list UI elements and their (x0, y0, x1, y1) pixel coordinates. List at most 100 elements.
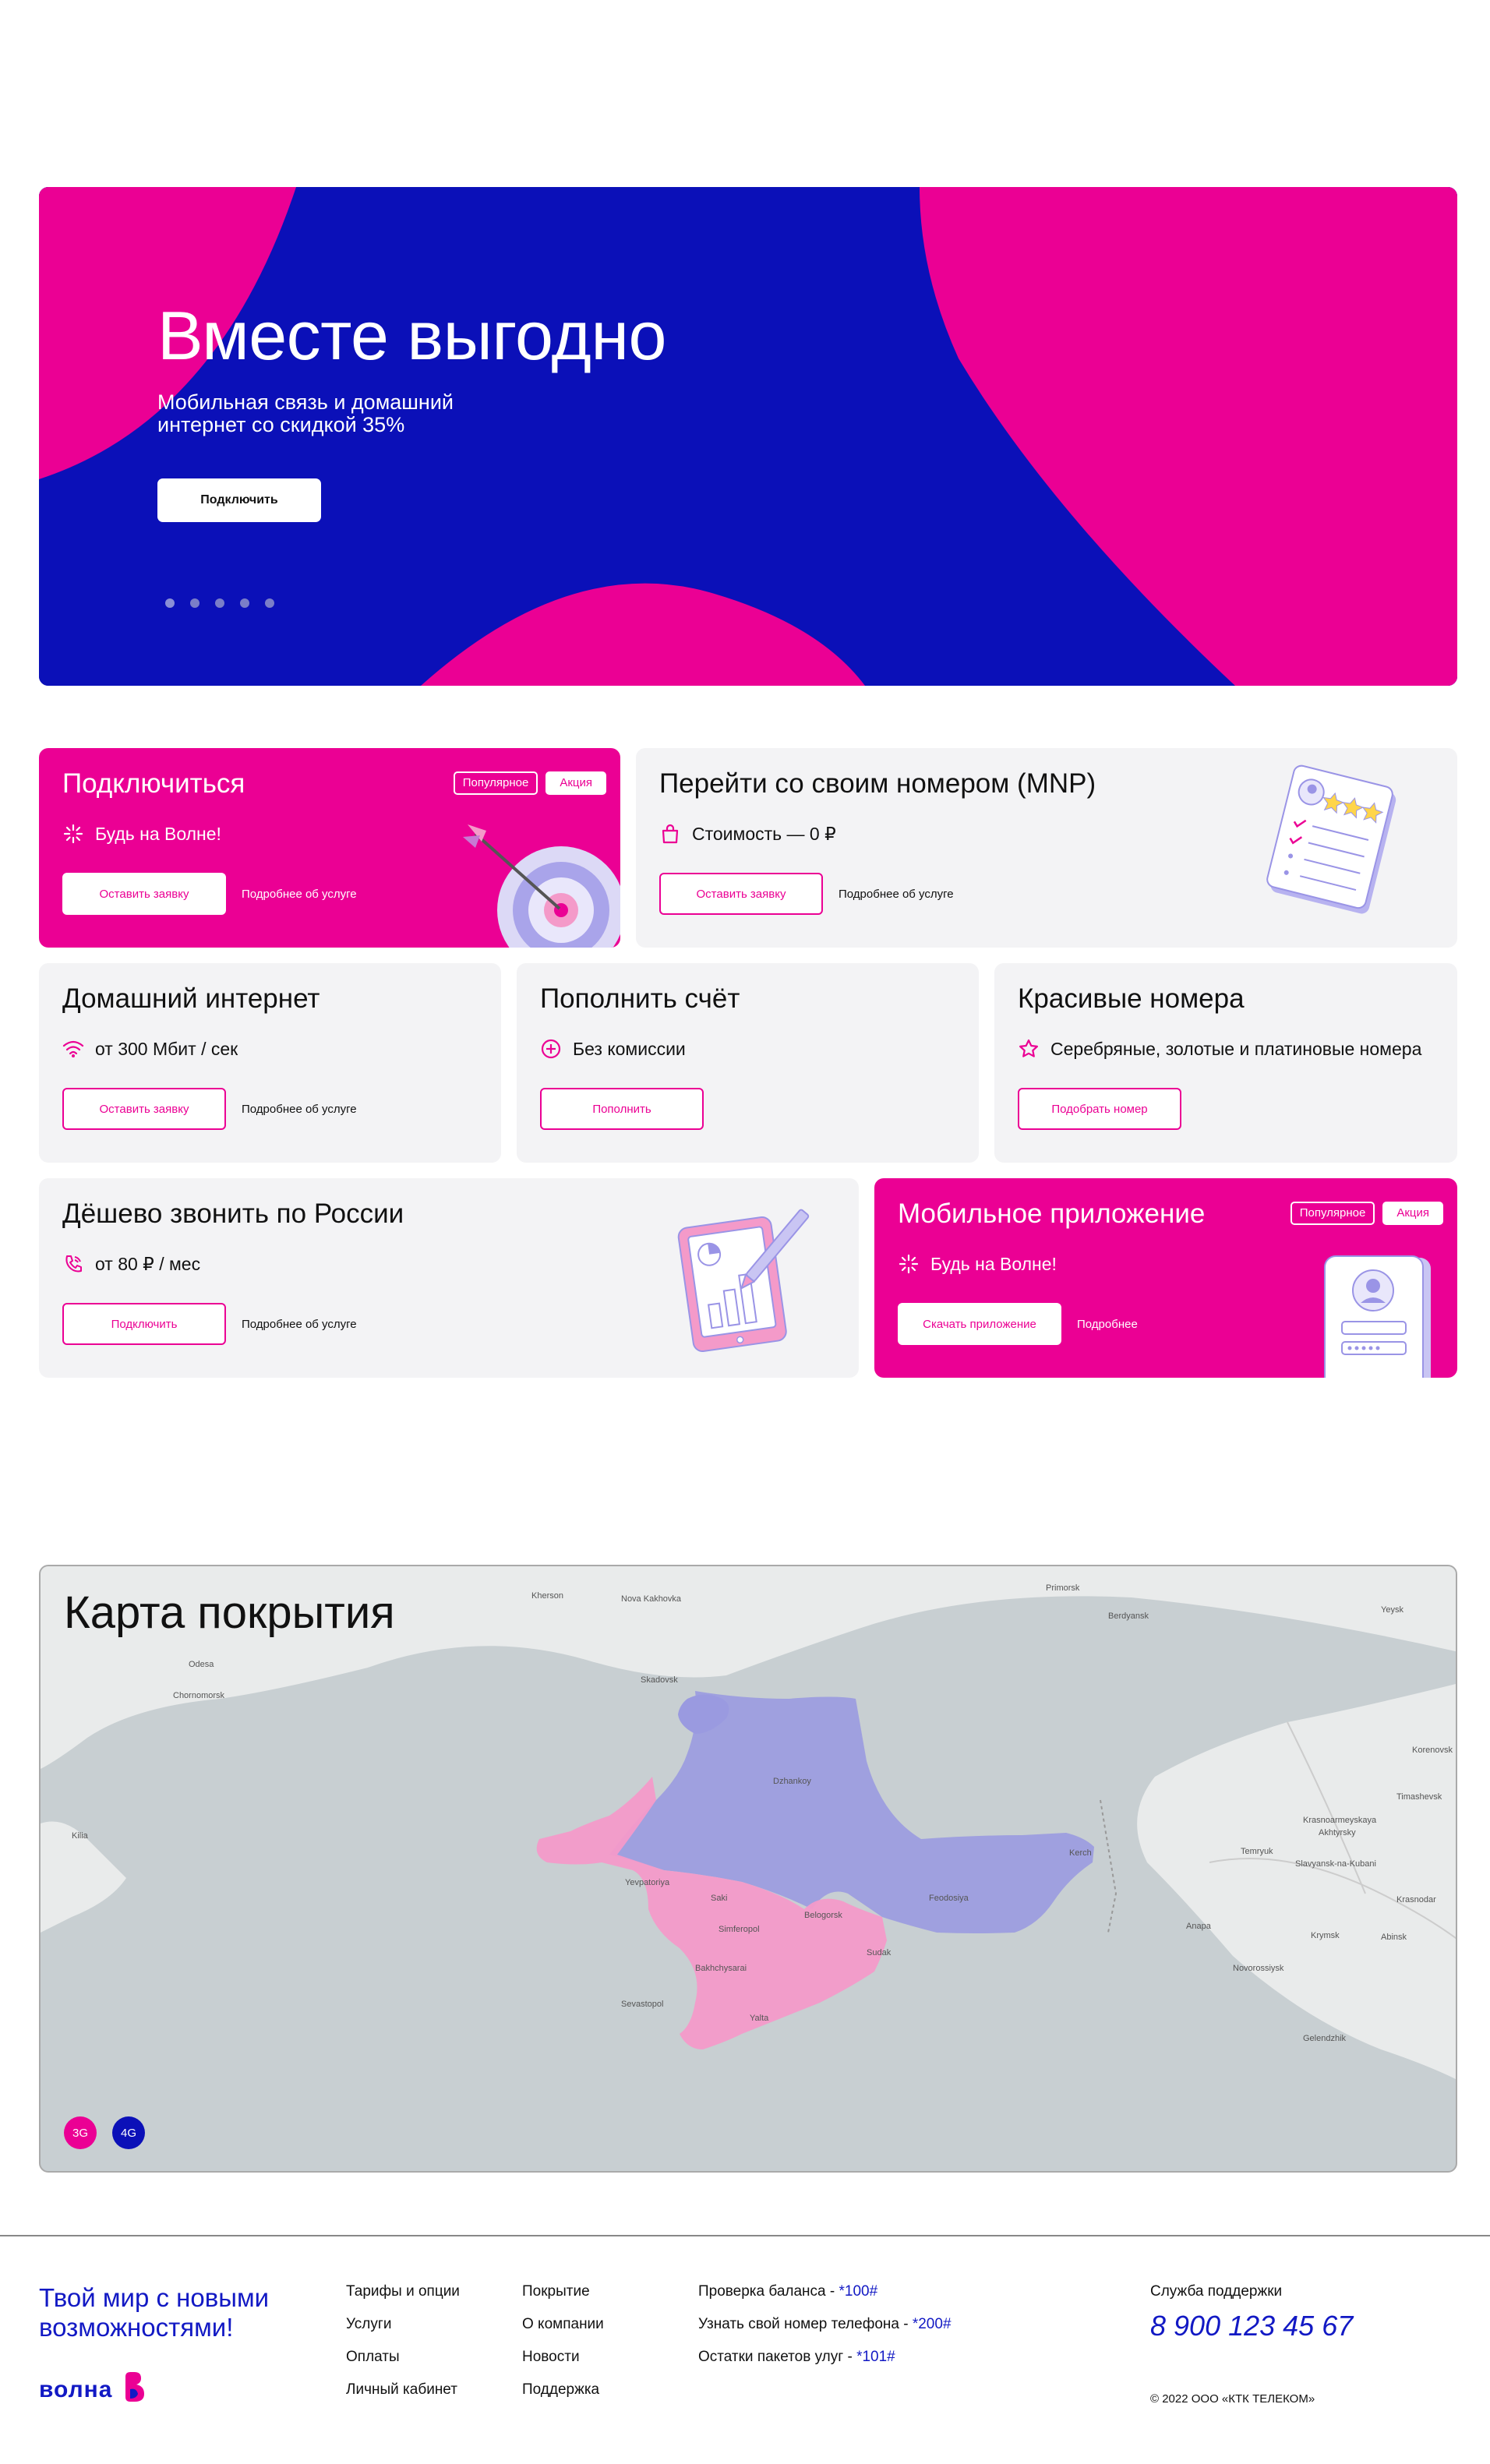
card-topup: Пополнить счёт Без комиссии Пополнить (517, 963, 979, 1163)
map-place-label: Yevpatoriya (625, 1878, 670, 1887)
map-place-label: Krasnoarmeyskaya (1303, 1816, 1377, 1825)
badges: Популярное Акция (1290, 1202, 1443, 1225)
footer-nav-col-1: Тарифы и опции Услуги Оплаты Личный каби… (346, 2283, 460, 2399)
topup-button[interactable]: Пополнить (540, 1088, 704, 1130)
map-place-label: Novorossiysk (1233, 1964, 1284, 1973)
connect-button[interactable]: Подключить (62, 1303, 226, 1345)
map-place-label: Anapa (1186, 1922, 1211, 1931)
badge-popular: Популярное (1290, 1202, 1375, 1225)
card-feature: Будь на Волне! (898, 1253, 1057, 1275)
footer-nav-col-2: Покрытие О компании Новости Поддержка (522, 2283, 604, 2399)
tablet-chart-illustration (677, 1209, 810, 1353)
plus-circle-icon (540, 1038, 562, 1060)
map-title: Карта покрытия (64, 1587, 395, 1638)
footer-link[interactable]: Поддержка (522, 2381, 604, 2399)
ussd-code[interactable]: *200# (913, 2316, 952, 2332)
card-home-internet: Домашний интернет от 300 Мбит / сек Оста… (39, 963, 501, 1163)
more-link[interactable]: Подробнее об услуге (242, 1103, 357, 1116)
legend-4g[interactable]: 4G (112, 2116, 145, 2149)
spark-icon (62, 823, 84, 845)
hero-slider-dots (165, 598, 274, 608)
map-place-label: Bakhchysarai (695, 1964, 747, 1973)
logo-mark-icon (125, 2372, 144, 2402)
map-place-label: Timashevsk (1396, 1792, 1442, 1802)
support-phone-link[interactable]: 8 900 123 45 67 (1150, 2310, 1353, 2342)
leave-request-button[interactable]: Оставить заявку (659, 873, 823, 915)
ussd-item: Узнать свой номер телефона - *200# (698, 2316, 952, 2333)
card-actions: Оставить заявку Подробнее об услуге (62, 873, 357, 915)
feature-text: Будь на Волне! (930, 1253, 1057, 1274)
card-mnp: Перейти со своим номером (MNP) Стоимость… (636, 748, 1457, 948)
pick-number-button[interactable]: Подобрать номер (1018, 1088, 1181, 1130)
ussd-item: Проверка баланса - *100# (698, 2283, 952, 2300)
slider-dot[interactable] (240, 598, 249, 608)
slider-dot[interactable] (165, 598, 175, 608)
phone-call-icon (62, 1253, 84, 1275)
more-link[interactable]: Подробнее об услуге (242, 1318, 357, 1331)
footer-link[interactable]: Оплаты (346, 2349, 460, 2366)
copyright: © 2022 ООО «КТК ТЕЛЕКОМ» (1150, 2392, 1315, 2406)
footer-link[interactable]: Покрытие (522, 2283, 604, 2300)
slider-dot[interactable] (265, 598, 274, 608)
badge-popular: Популярное (453, 771, 538, 795)
card-mobile-app: Мобильное приложение Популярное Акция Бу… (874, 1178, 1457, 1378)
card-title: Пополнить счёт (540, 983, 740, 1014)
more-link[interactable]: Подробнее об услуге (839, 888, 954, 901)
card-actions: Подключить Подробнее об услуге (62, 1303, 357, 1345)
ussd-code[interactable]: *100# (839, 2283, 878, 2300)
card-feature: Стоимость — 0 ₽ (659, 823, 836, 845)
shopping-bag-icon (659, 823, 681, 845)
ussd-code[interactable]: *101# (856, 2349, 895, 2365)
card-title: Мобильное приложение (898, 1198, 1206, 1229)
card-feature: Без комиссии (540, 1038, 686, 1060)
leave-request-button[interactable]: Оставить заявку (62, 1088, 226, 1130)
download-app-button[interactable]: Скачать приложение (898, 1303, 1061, 1345)
map-place-label: Kerch (1069, 1848, 1092, 1858)
card-actions: Подобрать номер (1018, 1088, 1181, 1130)
hero-connect-button[interactable]: Подключить (157, 478, 321, 522)
card-title: Перейти со своим номером (MNP) (659, 768, 1096, 799)
map-place-label: Primorsk (1046, 1583, 1080, 1593)
wifi-icon (62, 1038, 84, 1060)
map-place-label: Berdyansk (1108, 1611, 1149, 1621)
card-actions: Оставить заявку Подробнее об услуге (62, 1088, 357, 1130)
map-place-label: Yeysk (1381, 1605, 1403, 1615)
card-title: Домашний интернет (62, 983, 320, 1014)
legend-3g[interactable]: 3G (64, 2116, 97, 2149)
hero-title: Вместе выгодно (157, 297, 666, 374)
more-link[interactable]: Подробнее об услуге (242, 888, 357, 901)
map-place-label: Yalta (750, 2014, 769, 2023)
footer-link[interactable]: Тарифы и опции (346, 2283, 460, 2300)
phone-login-illustration (1324, 1255, 1431, 1378)
card-title: Подключиться (62, 768, 245, 799)
footer-link[interactable]: О компании (522, 2316, 604, 2333)
feature-text: от 300 Мбит / сек (95, 1038, 238, 1059)
card-cheap-calls: Дёшево звонить по России от 80 ₽ / мес П… (39, 1178, 859, 1378)
hero-subtitle: Мобильная связь и домашний интернет со с… (157, 390, 454, 436)
card-actions: Оставить заявку Подробнее об услуге (659, 873, 954, 915)
leave-request-button[interactable]: Оставить заявку (62, 873, 226, 915)
map-place-label: Sudak (867, 1948, 892, 1957)
map-place-label: Nova Kakhovka (621, 1594, 682, 1604)
more-link[interactable]: Подробнее (1077, 1318, 1138, 1331)
logo-text: волна (39, 2377, 113, 2402)
map-place-label: Chornomorsk (173, 1691, 225, 1700)
footer-link[interactable]: Новости (522, 2349, 604, 2366)
map-place-label: Gelendzhik (1303, 2034, 1347, 2043)
map-place-label: Abinsk (1381, 1933, 1407, 1942)
slider-dot[interactable] (215, 598, 224, 608)
footer-logo[interactable]: волна (39, 2370, 146, 2409)
footer-link[interactable]: Услуги (346, 2316, 460, 2333)
map-legend: 3G 4G (64, 2116, 145, 2149)
map-place-label: Kilia (72, 1831, 88, 1841)
badges: Популярное Акция (453, 771, 606, 795)
coverage-map[interactable]: Nova Kakhovka Kherson Primorsk Berdyansk… (39, 1565, 1457, 2173)
spark-icon (898, 1253, 920, 1275)
map-place-label: Feodosiya (929, 1894, 969, 1903)
footer-link[interactable]: Личный кабинет (346, 2381, 460, 2399)
card-actions: Скачать приложение Подробнее (898, 1303, 1138, 1345)
map-place-label: Krasnodar (1396, 1895, 1436, 1904)
slider-dot[interactable] (190, 598, 199, 608)
card-beautiful-numbers: Красивые номера Серебряные, золотые и пл… (994, 963, 1457, 1163)
card-feature: Будь на Волне! (62, 823, 221, 845)
